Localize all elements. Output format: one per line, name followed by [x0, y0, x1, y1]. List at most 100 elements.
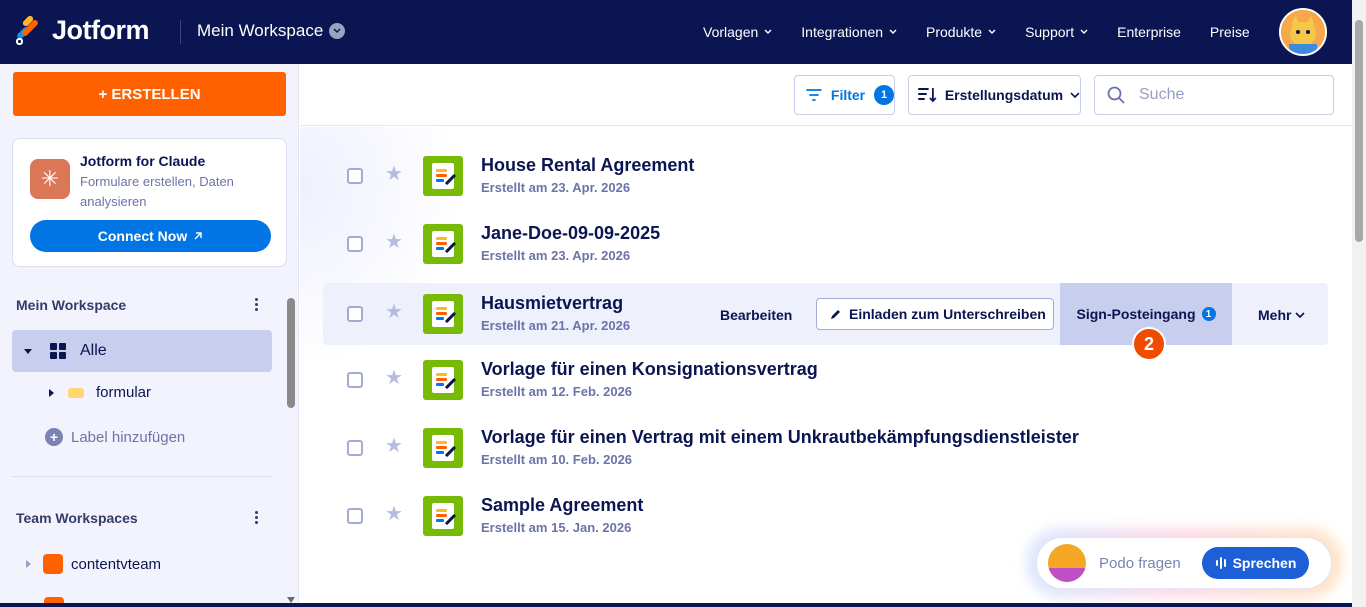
chevron-down-icon — [329, 23, 346, 39]
scrollbar-thumb[interactable] — [1355, 20, 1363, 242]
nav-preise[interactable]: Preise — [1210, 24, 1250, 40]
speak-button[interactable]: Sprechen — [1202, 547, 1309, 579]
form-created-date: Erstellt am 21. Apr. 2026 — [481, 318, 631, 333]
search-field[interactable] — [1094, 75, 1334, 115]
nav-vorlagen[interactable]: Vorlagen — [703, 24, 772, 40]
chevron-down-icon — [764, 29, 772, 34]
row-checkbox[interactable] — [347, 372, 363, 388]
sidebar: + ERSTELLEN ✳ Jotform for Claude Formula… — [0, 64, 299, 607]
row-checkbox[interactable] — [347, 440, 363, 456]
form-title[interactable]: Jane-Doe-09-09-2025 — [481, 223, 660, 244]
promo-description: Formulare erstellen, Daten analysieren — [80, 174, 234, 209]
star-icon[interactable]: ★ — [385, 164, 403, 184]
podo-assistant[interactable]: Podo fragen Sprechen — [1036, 537, 1332, 589]
form-row[interactable]: ★ Vorlage für einen Konsignationsvertrag… — [323, 349, 1328, 411]
row-checkbox[interactable] — [347, 306, 363, 322]
caret-right-icon[interactable] — [49, 388, 54, 397]
nav-divider — [180, 20, 181, 44]
star-icon[interactable]: ★ — [385, 504, 403, 524]
sidebar-item-formular[interactable]: formular — [49, 384, 151, 401]
sign-form-icon — [423, 224, 463, 264]
form-created-date: Erstellt am 12. Feb. 2026 — [481, 384, 633, 399]
my-workspace-title: Mein Workspace — [16, 297, 127, 313]
sort-dropdown[interactable]: Erstellungsdatum — [908, 75, 1081, 115]
form-title[interactable]: House Rental Agreement — [481, 155, 694, 176]
form-row[interactable]: ★ House Rental Agreement Erstellt am 23.… — [323, 145, 1328, 207]
add-label-button[interactable]: + Label hinzufügen — [45, 428, 185, 446]
claude-promo-card: ✳ Jotform for Claude Formulare erstellen… — [12, 138, 287, 267]
caret-down-icon — [24, 348, 32, 354]
star-icon[interactable]: ★ — [385, 436, 403, 456]
form-created-date: Erstellt am 23. Apr. 2026 — [481, 180, 631, 195]
main-nav: Vorlagen Integrationen Produkte Support … — [703, 24, 1279, 40]
sign-form-icon — [423, 156, 463, 196]
form-row-hovered[interactable]: ★ Hausmietvertrag Erstellt am 21. Apr. 2… — [323, 283, 1328, 361]
nav-produkte[interactable]: Produkte — [926, 24, 996, 40]
star-icon[interactable]: ★ — [385, 368, 403, 388]
user-avatar[interactable] — [1279, 8, 1327, 56]
inbox-count-badge: 1 — [1201, 307, 1216, 321]
form-created-date: Erstellt am 23. Apr. 2026 — [481, 248, 631, 263]
invite-to-sign-button[interactable]: Einladen zum Unterschreiben — [816, 298, 1054, 330]
podo-avatar-icon — [1048, 544, 1086, 582]
sidebar-item-contentvteam[interactable]: contentvteam — [26, 554, 161, 574]
form-title[interactable]: Hausmietvertrag — [481, 293, 623, 314]
star-icon[interactable]: ★ — [385, 232, 403, 252]
nav-enterprise[interactable]: Enterprise — [1117, 24, 1181, 40]
workspace-kebab-icon[interactable] — [253, 298, 259, 311]
nav-support[interactable]: Support — [1025, 24, 1088, 40]
sort-icon — [918, 88, 937, 103]
step-badge: 2 — [1132, 327, 1166, 361]
grid-icon — [50, 343, 66, 359]
filter-icon — [806, 89, 822, 101]
form-title[interactable]: Sample Agreement — [481, 495, 643, 516]
search-icon — [1107, 86, 1125, 104]
audio-wave-icon — [1215, 557, 1226, 569]
jotform-logo[interactable]: Jotform — [14, 14, 150, 46]
row-checkbox[interactable] — [347, 236, 363, 252]
top-navigation: Jotform Mein Workspace Vorlagen Integrat… — [0, 0, 1352, 64]
promo-title: Jotform for Claude — [80, 153, 206, 169]
podo-input[interactable]: Podo fragen — [1099, 555, 1202, 572]
edit-button[interactable]: Bearbeiten — [720, 307, 792, 323]
sidebar-item-alle[interactable]: Alle — [12, 330, 272, 372]
form-title[interactable]: Vorlage für einen Konsignationsvertrag — [481, 359, 818, 380]
filter-button[interactable]: Filter 1 — [794, 75, 895, 115]
scrollbar-thumb[interactable] — [287, 298, 295, 408]
claude-icon: ✳ — [30, 159, 70, 199]
list-toolbar: Filter 1 Erstellungsdatum — [300, 64, 1352, 126]
team-kebab-icon[interactable] — [253, 511, 259, 524]
form-row[interactable]: ★ Vorlage für einen Vertrag mit einem Un… — [323, 417, 1328, 479]
caret-right-icon — [26, 560, 31, 568]
external-link-icon — [194, 232, 202, 240]
row-checkbox[interactable] — [347, 168, 363, 184]
sidebar-scrollbar[interactable] — [284, 292, 298, 607]
form-row[interactable]: ★ Jane-Doe-09-09-2025 Erstellt am 23. Ap… — [323, 213, 1328, 275]
chevron-down-icon — [988, 29, 996, 34]
sign-form-icon — [423, 360, 463, 400]
chevron-down-icon — [889, 29, 897, 34]
search-input[interactable] — [1139, 86, 1309, 104]
workspace-switcher[interactable]: Mein Workspace — [197, 21, 346, 41]
star-icon[interactable]: ★ — [385, 302, 403, 322]
divider — [12, 476, 272, 477]
form-created-date: Erstellt am 10. Feb. 2026 — [481, 452, 633, 467]
more-button[interactable]: Mehr — [1258, 307, 1306, 323]
form-title[interactable]: Vorlage für einen Vertrag mit einem Unkr… — [481, 427, 1079, 448]
create-button[interactable]: + ERSTELLEN — [13, 72, 286, 116]
connect-now-button[interactable]: Connect Now — [30, 220, 271, 252]
workspace-name: Mein Workspace — [197, 21, 324, 40]
nav-integrationen[interactable]: Integrationen — [801, 24, 897, 40]
team-workspaces-title: Team Workspaces — [16, 510, 138, 526]
filter-count-badge: 1 — [874, 85, 894, 105]
row-checkbox[interactable] — [347, 508, 363, 524]
chevron-down-icon — [1070, 91, 1080, 98]
plus-icon: + — [45, 428, 63, 446]
page-scrollbar[interactable] — [1352, 0, 1366, 607]
form-created-date: Erstellt am 15. Jan. 2026 — [481, 520, 632, 535]
chevron-down-icon — [1295, 311, 1306, 318]
bottom-border — [0, 603, 1352, 607]
jotform-logo-icon — [14, 14, 42, 46]
label-icon — [68, 387, 84, 398]
team-icon — [43, 554, 63, 574]
